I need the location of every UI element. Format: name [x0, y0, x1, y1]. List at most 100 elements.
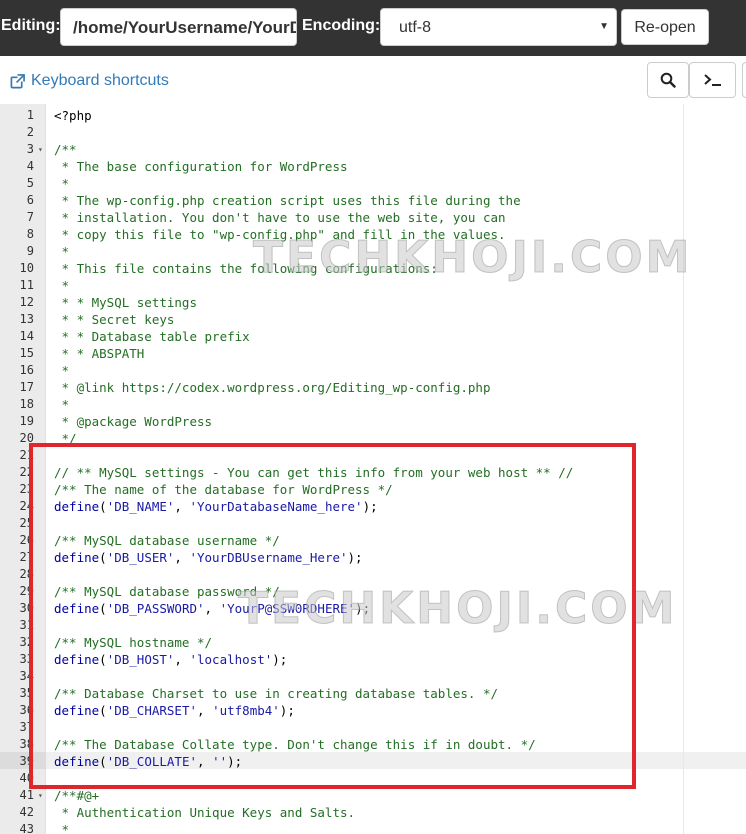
line-number: 22 [19, 465, 34, 479]
code-text: * The wp-config.php creation script uses… [54, 192, 521, 209]
code-token-punc: ( [99, 601, 107, 616]
fold-arrow-icon[interactable]: ▾ [38, 141, 43, 158]
line-number: 26 [19, 533, 34, 547]
code-text: /** Database Charset to use in creating … [54, 685, 498, 702]
line-number: 33 [19, 652, 34, 666]
code-line[interactable]: 8 * copy this file to "wp-config.php" an… [0, 226, 746, 243]
code-line[interactable]: 7 * installation. You don't have to use … [0, 209, 746, 226]
code-line[interactable]: 4 * The base configuration for WordPress [0, 158, 746, 175]
code-token-punc: , [174, 652, 190, 667]
code-line[interactable]: 35 /** Database Charset to use in creatin… [0, 685, 746, 702]
code-token-comment: * [54, 278, 70, 293]
code-line[interactable]: 9 * [0, 243, 746, 260]
code-token-string: 'DB_CHARSET' [106, 703, 197, 718]
code-line[interactable]: 18 * [0, 396, 746, 413]
code-line[interactable]: 26 /** MySQL database username */ [0, 532, 746, 549]
reopen-button[interactable]: Re-open [621, 9, 709, 45]
code-text: /** MySQL database username */ [54, 532, 280, 549]
code-line[interactable]: 33 define('DB_HOST', 'localhost'); [0, 651, 746, 668]
code-line[interactable]: 40 [0, 770, 746, 787]
code-text: * [54, 175, 70, 192]
line-number: 10 [19, 261, 34, 275]
line-number: 1 [26, 108, 34, 122]
code-editor[interactable]: 1 <?php 2 3 ▾/** 4 * The base configuration f… [0, 104, 746, 834]
code-line[interactable]: 15 * * ABSPATH [0, 345, 746, 362]
line-number: 11 [19, 278, 34, 292]
code-line[interactable]: 17 * @link https://codex.wordpress.org/E… [0, 379, 746, 396]
more-button[interactable] [742, 62, 746, 98]
search-button[interactable] [647, 62, 689, 98]
code-token-func: define [54, 703, 100, 718]
code-line[interactable]: 25 [0, 515, 746, 532]
line-number: 5 [26, 176, 34, 190]
code-line[interactable]: 30 define('DB_PASSWORD', 'YourP@SSW0RDHER… [0, 600, 746, 617]
code-line[interactable]: 43 * [0, 821, 746, 834]
code-line[interactable]: 11 * [0, 277, 746, 294]
code-token-comment: /** [54, 142, 77, 157]
code-line[interactable]: 37 [0, 719, 746, 736]
line-number: 42 [19, 805, 34, 819]
code-token-comment: /** MySQL hostname */ [54, 635, 213, 650]
code-token-string: 'DB_COLLATE' [106, 754, 197, 769]
code-line[interactable]: 24 define('DB_NAME', 'YourDatabaseName_he… [0, 498, 746, 515]
code-text: * @package WordPress [54, 413, 213, 430]
code-line[interactable]: 34 [0, 668, 746, 685]
code-line[interactable]: 12 * * MySQL settings [0, 294, 746, 311]
code-line[interactable]: 19 * @package WordPress [0, 413, 746, 430]
code-token-comment: */ [54, 431, 77, 446]
code-line[interactable]: 3 ▾ /** [0, 141, 746, 158]
code-text: * [54, 396, 70, 413]
code-line[interactable]: 36 define('DB_CHARSET', 'utf8mb4'); [0, 702, 746, 719]
code-line[interactable]: 42 * Authentication Unique Keys and Salt… [0, 804, 746, 821]
code-text: * The base configuration for WordPress [54, 158, 348, 175]
code-token-string: 'YourDatabaseName_here' [189, 499, 363, 514]
code-line[interactable]: 41 ▾ /**#@+ [0, 787, 746, 804]
code-line[interactable]: 32 /** MySQL hostname */ [0, 634, 746, 651]
file-path-field[interactable]: /home/YourUsername/YourDomain/wp-config.… [60, 8, 297, 46]
code-line[interactable]: 2 [0, 124, 746, 141]
code-line[interactable]: 5 * [0, 175, 746, 192]
encoding-select[interactable]: utf-8 ▼ [380, 8, 617, 46]
code-text: * copy this file to "wp-config.php" and … [54, 226, 506, 243]
code-line[interactable]: 10 * This file contains the following co… [0, 260, 746, 277]
code-token-punc: , [197, 754, 213, 769]
line-number: 34 [19, 669, 34, 683]
line-number: 31 [19, 618, 34, 632]
code-line[interactable]: 22 // ** MySQL settings - You can get thi… [0, 464, 746, 481]
keyboard-shortcuts-link[interactable]: Keyboard shortcuts [10, 72, 169, 90]
code-token-comment: /**#@+ [54, 788, 100, 803]
code-line[interactable]: 38 /** The Database Collate type. Don't c… [0, 736, 746, 753]
external-link-icon [10, 73, 25, 88]
code-text: * * Secret keys [54, 311, 175, 328]
line-number: 14 [19, 329, 34, 343]
line-number: 16 [19, 363, 34, 377]
code-text: * * Database table prefix [54, 328, 250, 345]
code-line[interactable]: 31 [0, 617, 746, 634]
code-text: * [54, 243, 70, 260]
code-token-punc: ( [99, 652, 107, 667]
code-line[interactable]: 29 /** MySQL database password */ [0, 583, 746, 600]
code-token-comment: * The base configuration for WordPress [54, 159, 348, 174]
line-number: 4 [26, 159, 34, 173]
code-line[interactable]: 23 /** The name of the database for WordP… [0, 481, 746, 498]
code-line[interactable]: 39 define('DB_COLLATE', ''); [0, 753, 746, 770]
code-text: * installation. You don't have to use th… [54, 209, 506, 226]
code-line[interactable]: 16 * [0, 362, 746, 379]
code-line[interactable]: 1 <?php [0, 107, 746, 124]
terminal-button[interactable] [689, 62, 736, 98]
fold-arrow-icon[interactable]: ▾ [38, 787, 43, 804]
code-token-comment: // ** MySQL settings - You can get this … [54, 465, 574, 480]
code-token-func: define [54, 652, 100, 667]
code-line[interactable]: 27 define('DB_USER', 'YourDBUsername_Here… [0, 549, 746, 566]
code-text: // ** MySQL settings - You can get this … [54, 464, 573, 481]
code-line[interactable]: 6 * The wp-config.php creation script us… [0, 192, 746, 209]
line-number: 17 [19, 380, 34, 394]
line-number: 43 [19, 822, 34, 834]
code-line[interactable]: 14 * * Database table prefix [0, 328, 746, 345]
code-line[interactable]: 13 * * Secret keys [0, 311, 746, 328]
code-line[interactable]: 28 [0, 566, 746, 583]
code-line[interactable]: 21 [0, 447, 746, 464]
line-number: 37 [19, 720, 34, 734]
code-line[interactable]: 20 */ [0, 430, 746, 447]
code-token-punc: ); [347, 550, 363, 565]
